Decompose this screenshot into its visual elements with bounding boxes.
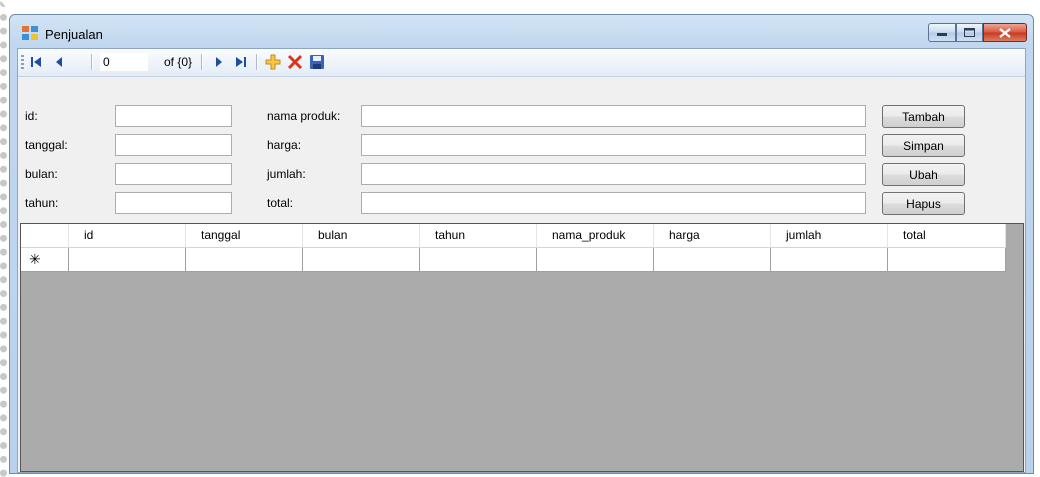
bulan-field[interactable] — [115, 163, 232, 185]
ubah-button[interactable]: Ubah — [882, 163, 965, 186]
grid-cell-harga[interactable] — [654, 248, 771, 272]
id-label: id: — [25, 109, 38, 123]
grid-header-row: id tanggal bulan tahun nama_produk harga… — [21, 224, 1006, 248]
toolbar-separator — [91, 54, 93, 70]
harga-label: harga: — [267, 138, 302, 152]
binding-navigator: of {0} — [18, 49, 1025, 77]
column-header-total[interactable]: total — [888, 224, 1006, 248]
jumlah-field[interactable] — [361, 163, 866, 185]
maximize-icon — [964, 28, 975, 37]
table-row: ✳ — [21, 248, 1006, 272]
tahun-field[interactable] — [115, 192, 232, 214]
minimize-button[interactable] — [928, 23, 956, 42]
new-row-header[interactable]: ✳ — [21, 248, 69, 272]
toolbar-grip[interactable] — [21, 55, 24, 70]
tanggal-field[interactable] — [115, 134, 232, 156]
maximize-button[interactable] — [956, 23, 983, 42]
count-label: of {0} — [164, 55, 193, 69]
form-icon — [22, 26, 38, 40]
close-button[interactable] — [983, 23, 1027, 42]
hapus-button[interactable]: Hapus — [882, 192, 965, 215]
move-first-icon[interactable] — [28, 54, 44, 70]
grid-cell-tahun[interactable] — [420, 248, 537, 272]
toolbar-separator — [201, 54, 203, 70]
tanggal-label: tanggal: — [25, 138, 68, 152]
close-icon — [999, 27, 1011, 38]
column-header-nama-produk[interactable]: nama_produk — [537, 224, 654, 248]
bulan-label: bulan: — [25, 167, 58, 181]
harga-field[interactable] — [361, 134, 866, 156]
jumlah-label: jumlah: — [267, 167, 306, 181]
column-header-jumlah[interactable]: jumlah — [771, 224, 888, 248]
minimize-icon — [937, 32, 947, 36]
penjualan-window: Penjualan of {0} — [9, 14, 1034, 474]
grid-cell-jumlah[interactable] — [771, 248, 888, 272]
tahun-label: tahun: — [25, 196, 59, 210]
grid-cell-bulan[interactable] — [303, 248, 420, 272]
title-bar[interactable]: Penjualan — [10, 15, 1033, 48]
column-header-id[interactable]: id — [69, 224, 186, 248]
nama-produk-label: nama produk: — [267, 109, 341, 123]
form-client-area: of {0} id: tanggal: bulan: — [17, 48, 1026, 473]
column-header-harga[interactable]: harga — [654, 224, 771, 248]
grid-cell-total[interactable] — [888, 248, 1006, 272]
nama-produk-field[interactable] — [361, 105, 866, 127]
penjualan-data-grid[interactable]: id tanggal bulan tahun nama_produk harga… — [20, 223, 1024, 472]
grid-corner-header[interactable] — [21, 224, 69, 248]
column-header-tahun[interactable]: tahun — [420, 224, 537, 248]
id-field[interactable] — [115, 105, 232, 127]
simpan-button[interactable]: Simpan — [882, 134, 965, 157]
column-header-bulan[interactable]: bulan — [303, 224, 420, 248]
window-title: Penjualan — [45, 27, 103, 42]
save-icon[interactable] — [309, 54, 325, 70]
grid-cell-tanggal[interactable] — [186, 248, 303, 272]
column-header-tanggal[interactable]: tanggal — [186, 224, 303, 248]
toolbar-separator — [256, 54, 258, 70]
position-input[interactable] — [100, 53, 148, 71]
delete-icon[interactable] — [287, 54, 303, 70]
total-field[interactable] — [361, 192, 866, 214]
move-next-icon[interactable] — [211, 54, 227, 70]
grid-cell-nama-produk[interactable] — [537, 248, 654, 272]
add-new-icon[interactable] — [265, 54, 281, 70]
tambah-button[interactable]: Tambah — [882, 105, 965, 128]
new-row-asterisk-icon: ✳ — [29, 251, 41, 267]
move-last-icon[interactable] — [233, 54, 249, 70]
total-label: total: — [267, 196, 294, 210]
move-previous-icon[interactable] — [51, 54, 67, 70]
grid-cell-id[interactable] — [69, 248, 186, 272]
